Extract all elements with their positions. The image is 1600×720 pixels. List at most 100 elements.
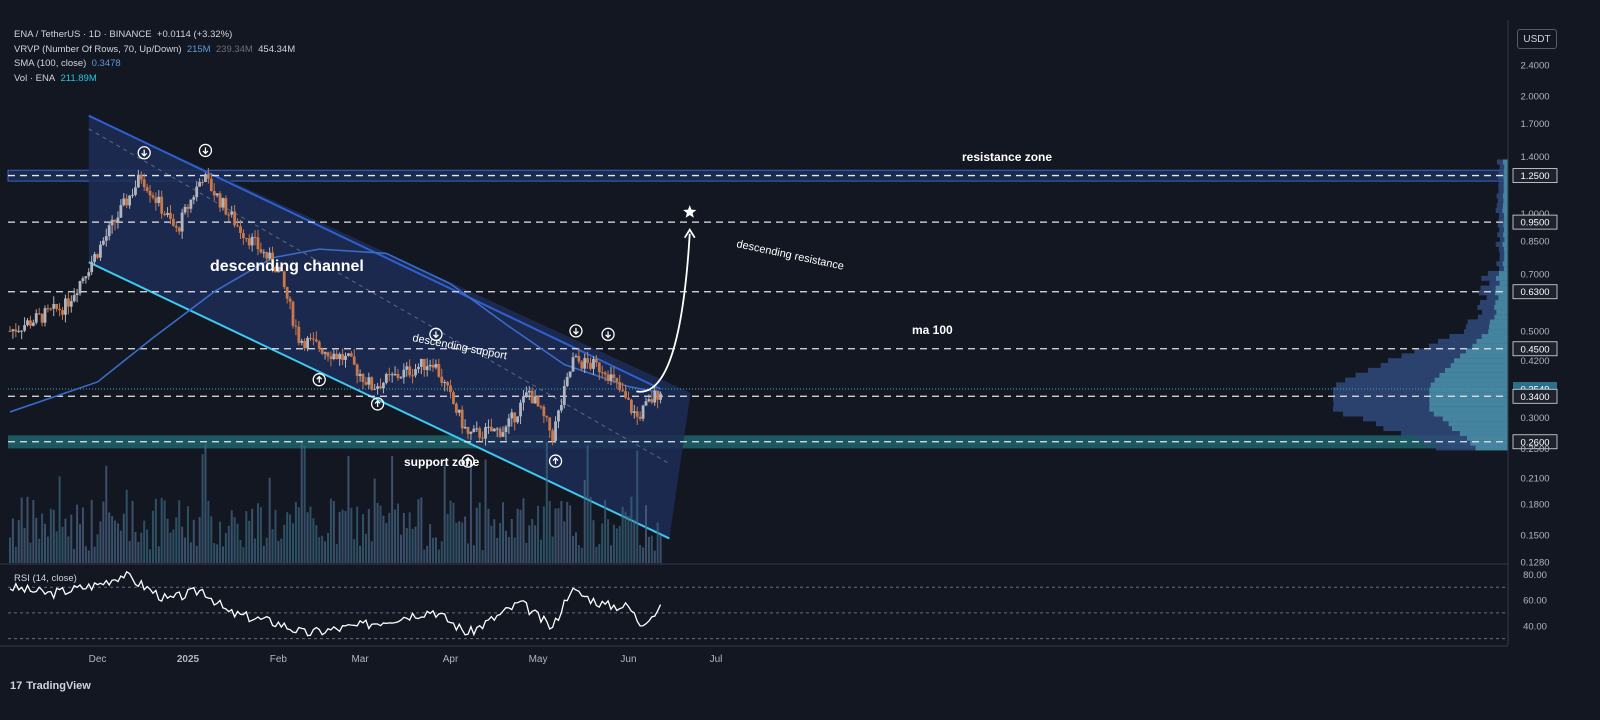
candle-body <box>294 325 298 327</box>
volume-bar <box>329 498 332 563</box>
volume-bar <box>353 539 356 563</box>
legend-vrvp-row[interactable]: VRVP (Number Of Rows, 70, Up/Down) 215M … <box>14 43 295 58</box>
volume-profile-bar-up <box>1502 241 1508 247</box>
ma-100-label: ma 100 <box>912 323 953 337</box>
volume-bar <box>440 541 443 563</box>
candle-body <box>524 392 528 397</box>
volume-bar <box>38 538 41 563</box>
volume-bar <box>475 507 478 563</box>
volume-bar <box>609 545 612 563</box>
candle-body <box>527 390 531 393</box>
currency-button[interactable]: USDT <box>1517 29 1557 49</box>
volume-bar <box>627 515 630 563</box>
volume-bar <box>411 528 414 563</box>
volume-bar <box>563 521 566 563</box>
candle-body <box>131 194 134 196</box>
candle-body <box>31 322 35 326</box>
volume-bar <box>481 549 484 563</box>
volume-bar <box>432 537 435 563</box>
sma-label: SMA (100, close) <box>14 58 87 69</box>
candle-body <box>338 354 342 360</box>
volume-profile-bar-up <box>1488 329 1508 335</box>
volume-bar <box>294 501 297 563</box>
candle-body <box>466 426 470 434</box>
volume-bar <box>192 519 195 563</box>
legend-symbol-row[interactable]: ENA / TetherUS · 1D · BINANCE +0.0114 (+… <box>14 28 295 43</box>
volume-profile-bar-up <box>1502 203 1508 209</box>
volume-bar <box>437 549 440 563</box>
tradingview-logo[interactable]: 17 TradingView <box>10 680 91 692</box>
volume-profile-bar-up <box>1429 406 1508 412</box>
chart-legend: ENA / TetherUS · 1D · BINANCE +0.0114 (+… <box>14 28 295 86</box>
volume-bar <box>458 521 461 563</box>
candle-body <box>101 240 105 245</box>
volume-bar <box>160 497 163 563</box>
volume-bar <box>624 511 627 563</box>
volume-bar <box>452 502 455 563</box>
volume-profile-bar-up <box>1496 309 1508 315</box>
volume-profile-bar-up <box>1498 295 1508 301</box>
vrvp-total: 454.34M <box>258 43 296 55</box>
candle-body <box>183 206 187 213</box>
volume-bar <box>461 522 464 563</box>
candle-body <box>454 403 458 413</box>
volume-profile-bar-up <box>1430 382 1508 388</box>
volume-bar <box>636 450 639 563</box>
volume-bar <box>96 534 99 563</box>
volume-bar <box>443 464 446 563</box>
volume-bar <box>201 454 204 563</box>
volume-bar <box>254 538 257 563</box>
candle-body <box>166 212 169 215</box>
candle-body <box>110 219 114 226</box>
chart-canvas[interactable]: descending channel descending resistanced… <box>0 0 1600 715</box>
legend-vol-row[interactable]: Vol · ENA 211.89M <box>14 72 295 87</box>
volume-bar <box>659 534 662 563</box>
volume-bar <box>510 519 513 563</box>
price-axis-tick: 1.4000 <box>1520 152 1549 163</box>
rsi-label: RSI (14, close) <box>14 573 77 584</box>
volume-bar <box>265 537 268 563</box>
volume-profile-bar-up <box>1504 227 1508 233</box>
candle-body <box>34 313 38 323</box>
volume-bar <box>318 537 321 563</box>
trading-chart[interactable]: descending channel descending resistance d… <box>0 0 1600 715</box>
volume-bar <box>151 510 154 563</box>
volume-profile-bar-up <box>1503 217 1508 223</box>
candle-body <box>23 325 26 331</box>
volume-bar <box>172 529 175 563</box>
volume-bar <box>76 504 79 563</box>
volume-bar <box>90 499 93 563</box>
candle-body <box>154 197 158 203</box>
candle-body <box>75 293 79 296</box>
volume-bar <box>198 516 201 563</box>
volume-profile-bar-up <box>1503 198 1508 204</box>
candle-body <box>317 341 321 350</box>
volume-bar <box>399 534 402 563</box>
legend-sma-row[interactable]: SMA (100, close) 0.3478 <box>14 57 295 72</box>
candle-body <box>536 396 540 407</box>
candle-body <box>171 218 175 226</box>
candle-body <box>437 364 441 377</box>
volume-bar <box>137 542 140 563</box>
price-axis-label: 1.2500 <box>1520 171 1549 182</box>
candle-body <box>417 366 420 370</box>
volume-bar <box>507 537 510 563</box>
candle-body <box>99 244 102 258</box>
candle-body <box>174 225 178 228</box>
candle-body <box>659 393 662 400</box>
candle-body <box>256 237 260 250</box>
volume-bar <box>300 440 303 563</box>
volume-bar <box>560 501 563 563</box>
volume-bar <box>446 513 449 563</box>
candle-body <box>221 198 225 208</box>
volume-profile-bar-up <box>1503 232 1508 238</box>
volume-profile-bar-up <box>1459 430 1508 436</box>
candle-body <box>656 390 660 400</box>
candle-body <box>638 416 642 419</box>
candle-body <box>285 287 289 299</box>
candle-body <box>148 190 152 196</box>
candle-body <box>583 358 587 369</box>
candle-body <box>326 352 330 357</box>
price-axis-tick: 0.4200 <box>1520 356 1549 367</box>
volume-bar <box>114 520 117 563</box>
